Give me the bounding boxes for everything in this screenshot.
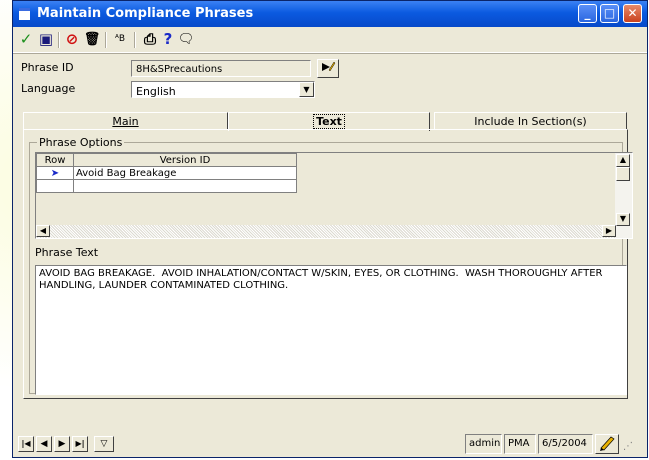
language-value: English xyxy=(136,85,176,98)
phrase-text-area[interactable]: AVOID BAG BREAKAGE. AVOID INHALATION/CON… xyxy=(35,265,627,395)
language-select[interactable]: English ▼ xyxy=(131,81,315,98)
scroll-right-icon[interactable]: ▶ xyxy=(602,225,616,237)
help-icon[interactable]: ? xyxy=(159,30,177,49)
toolbar-separator xyxy=(134,32,136,48)
table-row[interactable]: ➤ Avoid Bag Breakage xyxy=(36,166,297,180)
status-date: 6/5/2004 xyxy=(538,434,593,454)
scroll-left-icon[interactable]: ◀ xyxy=(36,225,50,237)
phrase-id-label: Phrase ID xyxy=(21,61,74,74)
first-record-icon[interactable]: |◀ xyxy=(18,436,34,452)
scroll-thumb[interactable] xyxy=(616,167,630,181)
tab-strip: Main Text Include In Section(s) xyxy=(23,112,628,131)
minimize-button[interactable]: _ xyxy=(578,4,597,23)
tab-main-label: Main xyxy=(112,115,139,128)
status-user: admin xyxy=(465,434,502,454)
last-record-icon[interactable]: ▶| xyxy=(72,436,88,452)
scroll-down-icon[interactable]: ▼ xyxy=(616,213,630,226)
grid-horizontal-scrollbar[interactable]: ◀ ▶ xyxy=(36,225,616,238)
delete-icon[interactable]: 🗑 xyxy=(83,30,101,49)
maximize-button[interactable]: □ xyxy=(600,4,619,23)
tab-include-label: Include In Section(s) xyxy=(474,115,587,128)
print-icon[interactable]: ⎙ xyxy=(141,30,159,49)
resize-grip-icon[interactable]: ⋰ xyxy=(623,441,637,455)
toolbar-separator xyxy=(58,32,60,48)
version-id-cell[interactable] xyxy=(73,179,297,193)
spell-check-icon[interactable]: ᴬB xyxy=(111,30,129,49)
main-window: Maintain Compliance Phrases _ □ ✕ ✓ ▣ ⊘ … xyxy=(12,0,648,458)
filter-icon[interactable]: ▽ xyxy=(94,436,114,452)
cancel-icon[interactable]: ⊘ xyxy=(63,30,81,49)
status-site: PMA xyxy=(504,434,536,454)
tab-text-label: Text xyxy=(313,114,345,129)
pencil-icon xyxy=(600,436,615,451)
tab-include-in-sections[interactable]: Include In Section(s) xyxy=(434,112,627,130)
phrase-options-legend: Phrase Options xyxy=(37,136,125,149)
scroll-up-icon[interactable]: ▲ xyxy=(616,154,630,167)
phrase-id-field[interactable]: 8H&SPrecautions xyxy=(131,60,311,77)
column-header-row[interactable]: Row xyxy=(36,153,74,167)
edit-pencil-button[interactable] xyxy=(595,434,619,454)
pencil-lookup-icon xyxy=(322,61,336,72)
grid-vertical-scrollbar[interactable]: ▲ ▼ xyxy=(615,153,632,238)
toolbar-separator xyxy=(105,32,107,48)
previous-record-icon[interactable]: ◀ xyxy=(36,436,52,452)
column-header-version-id[interactable]: Version ID xyxy=(73,153,297,167)
title-bar[interactable]: Maintain Compliance Phrases _ □ ✕ xyxy=(13,1,647,27)
phrase-lookup-button[interactable] xyxy=(317,59,339,78)
phrase-options-grid[interactable]: Row Version ID ➤ Avoid Bag Breakage ▲ ▼ … xyxy=(35,152,633,239)
chevron-down-icon[interactable]: ▼ xyxy=(299,82,314,97)
close-button[interactable]: ✕ xyxy=(623,4,642,23)
next-record-icon[interactable]: ▶ xyxy=(54,436,70,452)
table-row[interactable] xyxy=(36,179,297,193)
phrase-text-label: Phrase Text xyxy=(35,246,99,259)
versions-table: Row Version ID ➤ Avoid Bag Breakage xyxy=(36,153,297,193)
language-label: Language xyxy=(21,82,76,95)
app-window-icon xyxy=(19,8,30,20)
row-indicator-icon: ➤ xyxy=(36,166,74,180)
window-title: Maintain Compliance Phrases xyxy=(37,6,254,21)
save-disk-icon[interactable]: ▣ xyxy=(37,30,55,49)
tab-main[interactable]: Main xyxy=(23,112,228,130)
save-check-icon[interactable]: ✓ xyxy=(17,30,35,49)
row-indicator-cell xyxy=(36,179,74,193)
toolbar: ✓ ▣ ⊘ 🗑 ᴬB ⎙ ? 🗨 xyxy=(13,27,647,53)
version-id-cell[interactable]: Avoid Bag Breakage xyxy=(73,166,297,180)
comment-icon[interactable]: 🗨 xyxy=(177,30,195,49)
